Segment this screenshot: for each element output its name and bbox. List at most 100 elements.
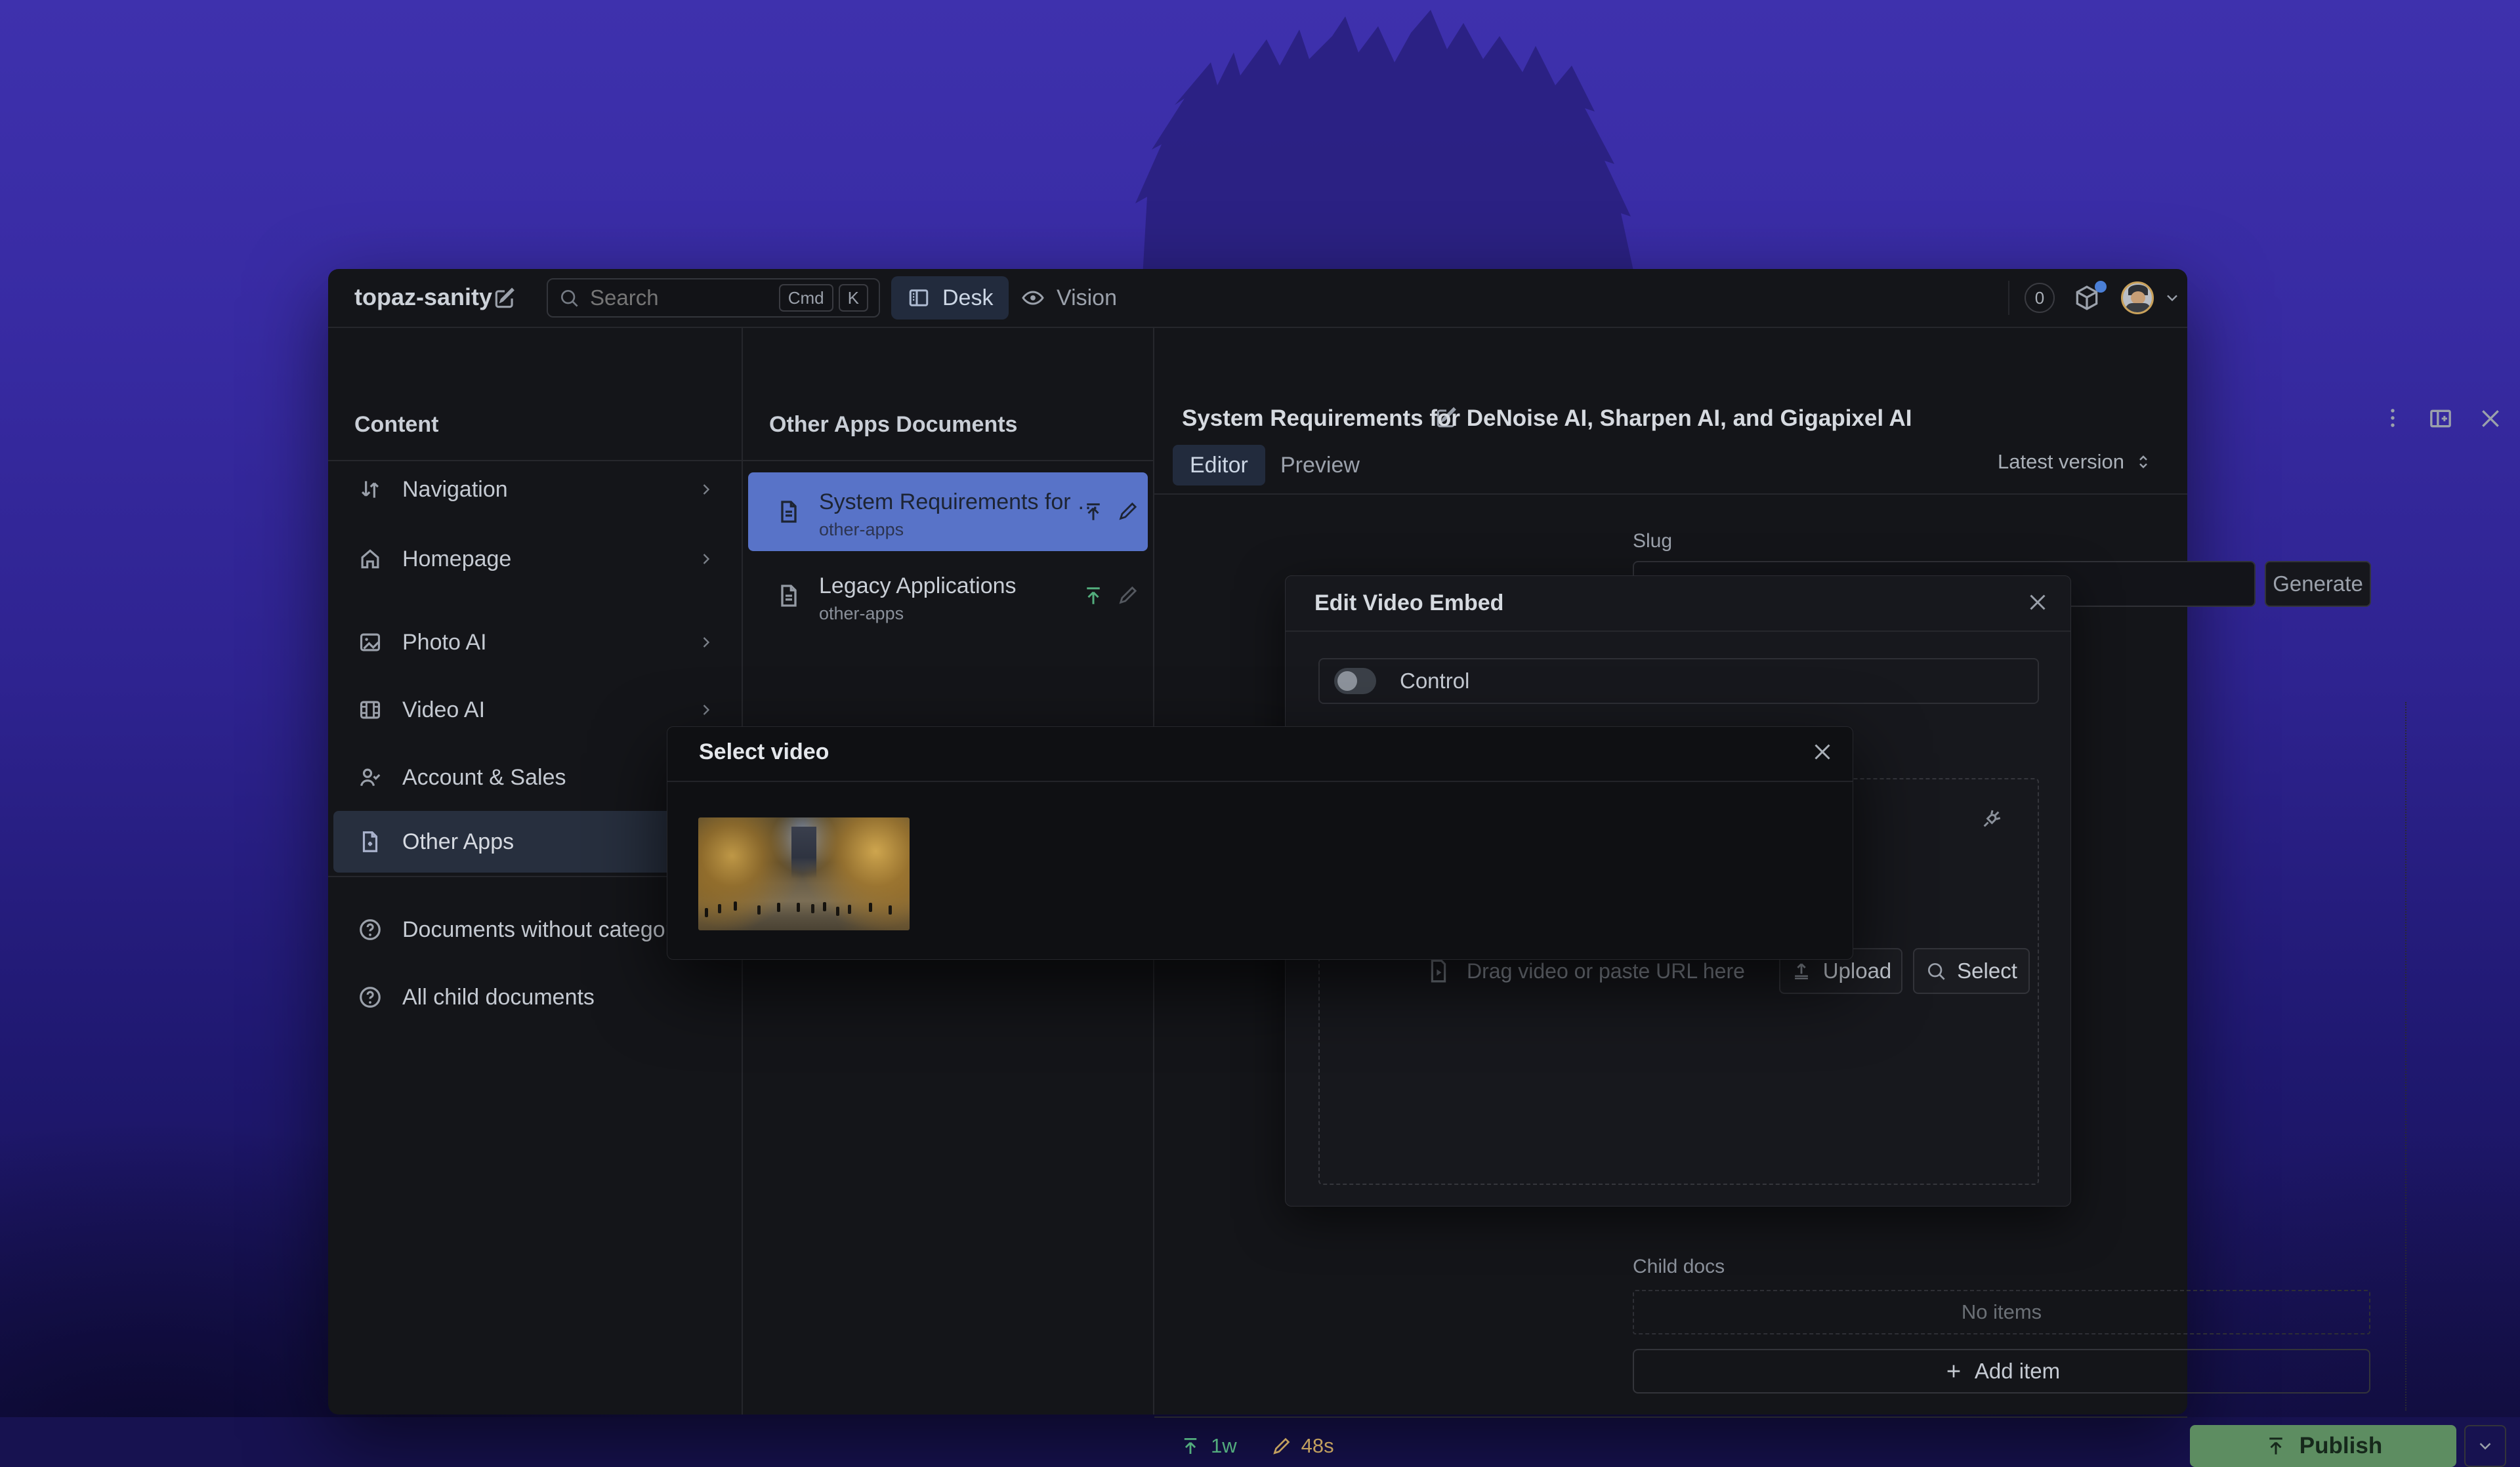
document-row-selected[interactable]: System Requirements for … other-apps — [748, 472, 1148, 551]
sidebar-item-homepage[interactable]: Homepage — [333, 528, 736, 590]
compose-icon[interactable] — [492, 286, 517, 311]
editor-document-title: System Requirements for DeNoise AI, Shar… — [1182, 405, 1912, 432]
shortcut-k-key: K — [839, 284, 868, 312]
dialog-close-icon[interactable] — [2026, 590, 2049, 614]
publish-arrow-icon — [2264, 1434, 2288, 1458]
avatar-face — [2131, 291, 2145, 304]
upload-icon — [1790, 960, 1813, 982]
toggle-knob — [1337, 671, 1357, 691]
child-docs-empty: No items — [1633, 1290, 2370, 1334]
video-thumbnail[interactable] — [698, 817, 910, 930]
editor-footer-border — [1154, 1416, 2187, 1418]
sidebar-item-all-child-documents[interactable]: All child documents — [333, 966, 736, 1028]
sidebar-header: Content — [354, 412, 438, 438]
context-menu-icon[interactable] — [2380, 405, 2405, 430]
thumbnail-building — [791, 827, 817, 878]
version-selector[interactable]: Latest version — [1998, 450, 2153, 474]
avatar-body — [2126, 303, 2151, 314]
avatar[interactable] — [2121, 281, 2154, 314]
review-changes-dotted-bar — [2405, 702, 2406, 1411]
published-icon — [1179, 1435, 1202, 1457]
modal-title: Select video — [699, 739, 829, 765]
publish-button-label: Publish — [2300, 1433, 2382, 1459]
dialog-title: Edit Video Embed — [1314, 590, 1503, 616]
chevron-down-icon — [2475, 1436, 2495, 1456]
sidebar-item-navigation[interactable]: Navigation — [333, 459, 736, 520]
edited-ago: 48s — [1301, 1434, 1334, 1458]
publish-menu-button[interactable] — [2464, 1425, 2506, 1467]
version-label: Latest version — [1998, 450, 2124, 474]
workspace-name[interactable]: topaz-sanity — [354, 283, 492, 311]
add-item-button[interactable]: Add item — [1633, 1349, 2370, 1394]
chevron-right-icon — [697, 633, 715, 651]
sort-arrows-icon — [358, 477, 383, 502]
generate-slug-label: Generate — [2273, 571, 2363, 596]
tab-vision[interactable]: Vision — [1005, 276, 1133, 320]
chevron-right-icon — [697, 480, 715, 499]
tab-preview-label: Preview — [1280, 453, 1360, 478]
documents-pane-header: Other Apps Documents — [769, 412, 1017, 438]
select-video-modal: Select video — [667, 726, 1853, 960]
edit-status-icon — [1117, 500, 1139, 522]
published-ago: 1w — [1211, 1434, 1237, 1458]
house-icon — [358, 547, 383, 571]
sidebar-item-label: Account & Sales — [402, 765, 566, 791]
document-title: System Requirements for … — [819, 489, 1099, 515]
generate-slug-button[interactable]: Generate — [2265, 561, 2371, 607]
navbar: topaz-sanity Cmd K Desk Vision 0 — [328, 269, 2187, 327]
desk-icon — [907, 286, 931, 310]
document-title: Legacy Applications — [819, 573, 1017, 599]
publish-status-icon — [1082, 500, 1105, 524]
help-circle-icon — [358, 917, 383, 942]
sidebar-item-label: Documents without category — [402, 917, 684, 943]
edit-status-icon — [1117, 584, 1139, 606]
tab-preview[interactable]: Preview — [1263, 445, 1377, 486]
navbar-divider — [2008, 281, 2009, 315]
publish-status-icon — [1082, 584, 1105, 608]
sidebar-item-label: Homepage — [402, 547, 511, 572]
sidebar-item-label: Video AI — [402, 697, 485, 723]
notifications-badge[interactable]: 0 — [2025, 283, 2055, 313]
tab-vision-label: Vision — [1057, 285, 1117, 311]
tab-desk[interactable]: Desk — [891, 276, 1009, 320]
select-label: Select — [1957, 959, 2017, 983]
child-docs-empty-text: No items — [1962, 1300, 2042, 1324]
doc-plus-icon — [358, 829, 383, 854]
document-icon — [776, 499, 802, 525]
help-circle-icon — [358, 985, 383, 1010]
publish-button[interactable]: Publish — [2190, 1425, 2456, 1467]
plug-icon — [1980, 804, 2006, 831]
documents-header-border — [743, 460, 1153, 461]
publish-status: 1w 48s — [1179, 1425, 1334, 1467]
global-search[interactable]: Cmd K — [547, 278, 880, 318]
edited-icon — [1271, 1436, 1292, 1457]
chevrons-up-down-icon — [2133, 452, 2153, 472]
search-icon — [1925, 961, 1946, 981]
tab-editor-label: Editor — [1190, 453, 1248, 478]
close-pane-icon[interactable] — [2477, 405, 2504, 432]
document-icon — [776, 583, 802, 609]
sidebar-item-photo-ai[interactable]: Photo AI — [333, 611, 736, 673]
search-icon — [558, 287, 579, 308]
select-button[interactable]: Select — [1913, 948, 2030, 994]
modal-close-icon[interactable] — [1811, 740, 1834, 764]
account-chevron-down-icon[interactable] — [2163, 289, 2181, 307]
document-row[interactable]: Legacy Applications other-apps — [748, 556, 1148, 635]
split-pane-icon[interactable] — [2427, 405, 2454, 432]
control-label: Control — [1400, 669, 1469, 693]
tree-silhouette — [1063, 0, 1719, 289]
sidebar-item-label: Navigation — [402, 477, 508, 503]
sidebar-item-label: Photo AI — [402, 630, 487, 655]
image-icon — [358, 630, 383, 655]
search-input[interactable] — [589, 285, 770, 311]
editor-header-border — [1154, 493, 2187, 495]
tab-editor[interactable]: Editor — [1173, 445, 1265, 486]
sidebar-item-label: Other Apps — [402, 829, 514, 855]
user-check-icon — [358, 765, 383, 790]
control-toggle[interactable] — [1334, 668, 1376, 694]
slug-field-label: Slug — [1633, 530, 1672, 552]
child-docs-label: Child docs — [1633, 1256, 1725, 1278]
eye-icon — [1021, 286, 1045, 310]
add-item-label: Add item — [1975, 1359, 2060, 1384]
package-notification-dot — [2095, 281, 2107, 293]
